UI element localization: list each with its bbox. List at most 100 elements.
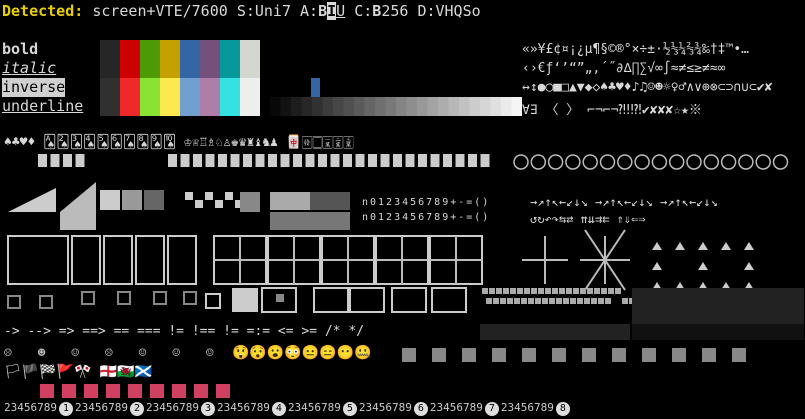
bottom-index: 2 — [129, 402, 144, 416]
bottom-seq: 23456789 — [4, 401, 57, 414]
symbol-row-4: ∀∃ 〈 〉 ⌐¬⌐¬⁈‼⁈✔✘✘✘☆★※ — [522, 103, 702, 118]
grayscale-step — [322, 97, 333, 116]
card-glyph — [205, 154, 215, 167]
emoji-placeholder-square — [732, 348, 746, 362]
heart-emoji — [84, 384, 98, 398]
mahjong-circle — [582, 154, 598, 170]
card-glyph — [50, 154, 60, 167]
palette-bright-swatch — [140, 78, 160, 97]
pattern-dot — [587, 288, 593, 294]
card-glyph — [455, 154, 465, 167]
palette-normal-swatch — [120, 40, 140, 59]
triangle-glyph — [744, 242, 754, 250]
pattern-dot — [598, 298, 604, 304]
palette-normal-swatch — [140, 40, 160, 59]
card-glyph — [405, 154, 415, 167]
palette-bright-swatch — [200, 78, 220, 97]
card-glyph — [380, 154, 390, 167]
pattern-dot — [559, 288, 565, 294]
faces-row: ☹ ☻ ☺ ☹ ☺ ☺ ☺ ☹ — [4, 346, 257, 361]
mahjong-circle — [738, 154, 754, 170]
grayscale-step — [459, 97, 470, 116]
digits-row-2: n0123456789+-=() — [362, 212, 491, 223]
emoji-placeholder-square — [552, 348, 566, 362]
pattern-dot — [556, 298, 562, 304]
grayscale-step — [301, 97, 312, 116]
emoji-placeholder-square — [642, 348, 656, 362]
pattern-dot — [517, 288, 523, 294]
outline-square — [205, 293, 221, 309]
corner-box — [117, 291, 131, 305]
card-glyph — [243, 154, 252, 167]
palette-normal-swatch — [200, 40, 220, 59]
palette-bright-swatch — [120, 78, 140, 97]
grayscale-step — [438, 97, 449, 116]
palette-normal-swatch — [100, 40, 120, 59]
palette-normal-swatch — [180, 40, 200, 59]
card-glyph — [305, 154, 315, 167]
card-glyph — [393, 154, 402, 167]
pattern-dot — [500, 298, 506, 304]
emoji-placeholder-square — [612, 348, 626, 362]
cards-row: ♠♣♥♦ 🂡🂢🂣🂤🂥🂦🂧🂨🂩🂪 ♔♕♖♗♘♙♚♛♜♝♞♟ 🀄🀅🀆🀇🀈🀉 — [4, 135, 354, 150]
pattern-dot — [580, 288, 586, 294]
grayscale-step — [333, 97, 344, 116]
palette-bright-swatch — [220, 97, 240, 116]
palette-bright-swatch — [220, 78, 240, 97]
bottom-index: 6 — [413, 402, 428, 416]
triangle-glyph — [721, 242, 731, 250]
card-glyph — [230, 154, 240, 167]
ramp-block — [60, 182, 96, 230]
arrows-row-1: →↗↑↖←↙↓↘ →↗↑↖←↙↓↘ →↗↑↖←↙↓↘ — [530, 195, 718, 209]
corner-box — [81, 291, 95, 305]
palette-bright-swatch — [120, 97, 140, 116]
grayscale-step — [490, 97, 501, 116]
box-frame — [167, 235, 197, 285]
solid-square — [232, 288, 258, 312]
pattern-dot — [549, 298, 555, 304]
grayscale-step — [375, 97, 386, 116]
digits-row-1: n0123456789+-=() — [362, 197, 491, 208]
bottom-index: 7 — [484, 402, 499, 416]
grayscale-step — [364, 97, 375, 116]
palette-bright-swatch — [180, 78, 200, 97]
text-pattern-block — [480, 324, 630, 340]
card-glyph — [355, 154, 365, 167]
mahjong-circle — [755, 154, 771, 170]
inner-square — [276, 294, 284, 302]
emoji-placeholder-square — [522, 348, 536, 362]
palette-normal-swatch — [220, 59, 240, 78]
bottom-index: 8 — [555, 402, 570, 416]
palette-normal-swatch — [120, 59, 140, 78]
box-frame — [7, 235, 69, 285]
card-glyph — [168, 154, 177, 167]
palette-normal-swatch — [160, 59, 180, 78]
pattern-dot — [489, 288, 495, 294]
corner-box — [7, 295, 21, 309]
pattern-dot — [605, 298, 611, 304]
pattern-dot — [535, 298, 541, 304]
card-glyph — [330, 154, 340, 167]
palette-normal-swatch — [180, 59, 200, 78]
pattern-dot — [524, 288, 530, 294]
bottom-seq: 23456789 — [429, 401, 483, 414]
palette-bright-swatch — [160, 97, 180, 116]
card-glyph — [418, 154, 427, 167]
grayscale-step — [270, 97, 281, 116]
grayscale-step — [354, 97, 365, 116]
pattern-dot — [584, 298, 590, 304]
symbol-row-3: ↔↕●◯■□▲▼◆◇♠♣♥♦♪♫☺☻☼♀♂∧∨⊕⊗⊂⊃∩∪⊂✔✘ — [522, 80, 773, 95]
palette-bright-swatch — [140, 97, 160, 116]
card-glyph — [368, 154, 377, 167]
ligature-row: -> --> => ==> == === != !== != =:= <= >=… — [4, 324, 365, 339]
box-frame — [103, 235, 133, 285]
triangle-glyph — [744, 262, 754, 270]
grayscale-step — [469, 97, 480, 116]
checker-cell — [185, 192, 193, 200]
card-glyph — [268, 154, 277, 167]
pattern-dot — [528, 298, 534, 304]
pattern-dot — [507, 298, 513, 304]
palette-bright-swatch — [180, 97, 200, 116]
pattern-dot — [545, 288, 551, 294]
pattern-dot — [503, 288, 509, 294]
